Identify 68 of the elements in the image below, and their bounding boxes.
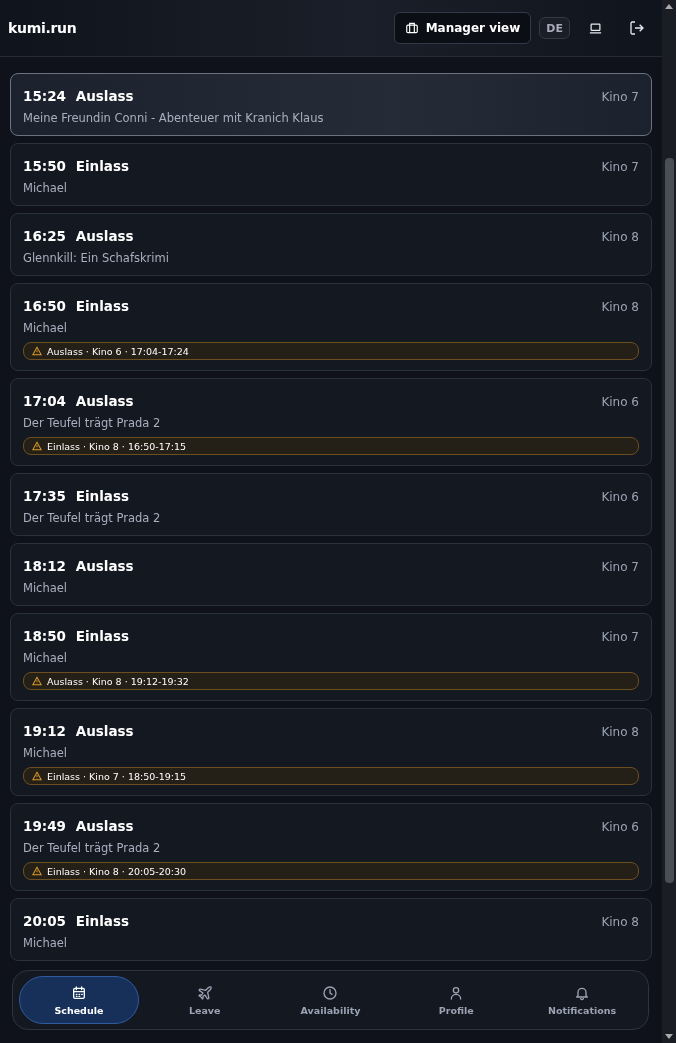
briefcase-icon (404, 21, 419, 35)
room-label: Kino 7 (601, 160, 639, 174)
shift-detail: Michael (23, 651, 69, 665)
shift-title: 17:04 Auslass (23, 393, 135, 409)
shift-card[interactable]: 15:24 Auslass Kino 7 Meine Freundin Conni - Abenteuer mit Kranich Klaus (10, 73, 652, 136)
room-label: Kino 6 (601, 395, 639, 409)
laptop-icon (587, 20, 603, 36)
shift-detail: Michael (23, 936, 69, 950)
shift-card[interactable]: 15:50 Einlass Kino 7 Michael (10, 143, 652, 206)
conflict-warning: Auslass · Kino 6 · 17:04-17:24 (23, 342, 639, 360)
nav-tab[interactable]: Profile (396, 976, 517, 1024)
shift-title: 20:05 Einlass (23, 913, 130, 929)
shift-detail: Der Teufel trägt Prada 2 (23, 841, 162, 855)
shift-detail: Michael (23, 746, 69, 760)
shift-card[interactable]: 19:12 Auslass Kino 8 Michael Einlass · Kino 7 · 18:50-19:15 (10, 708, 652, 796)
plane-icon (196, 984, 213, 1001)
nav-tab[interactable]: Availability (270, 976, 391, 1024)
shift-card[interactable]: 17:04 Auslass Kino 6 Der Teufel trägt Prada 2 Einlass · Kino 8 · 16:50-17:15 (10, 378, 652, 466)
clock-icon (322, 984, 339, 1001)
shift-detail: Michael (23, 321, 69, 335)
conflict-warning: Auslass · Kino 8 · 19:12-19:32 (23, 672, 639, 690)
warning-icon (32, 346, 42, 356)
shift-title: 16:50 Einlass (23, 298, 130, 314)
shift-title: 18:12 Auslass (23, 558, 135, 574)
room-label: Kino 8 (601, 915, 639, 929)
shift-title: 17:35 Einlass (23, 488, 130, 504)
room-label: Kino 6 (601, 820, 639, 834)
shift-title: 15:24 Auslass (23, 88, 135, 104)
shift-card[interactable]: 18:50 Einlass Kino 7 Michael Auslass · Kino 8 · 19:12-19:32 (10, 613, 652, 701)
conflict-warning: Einlass · Kino 7 · 18:50-19:15 (23, 767, 639, 785)
nav-tab[interactable]: Leave (144, 976, 265, 1024)
warning-icon (32, 441, 42, 451)
shift-card[interactable]: 16:50 Einlass Kino 8 Michael Auslass · Kino 6 · 17:04-17:24 (10, 283, 652, 371)
shift-detail: Michael (23, 581, 69, 595)
nav-tab[interactable]: Notifications (522, 976, 642, 1024)
conflict-warning: Einlass · Kino 8 · 20:05-20:30 (23, 862, 639, 880)
shift-title: 16:25 Auslass (23, 228, 135, 244)
shift-title: 15:50 Einlass (23, 158, 130, 174)
shift-detail: Der Teufel trägt Prada 2 (23, 416, 162, 430)
shift-card[interactable]: 16:25 Auslass Kino 8 Glennkill: Ein Schafskrimi (10, 213, 652, 276)
room-label: Kino 7 (601, 560, 639, 574)
calendar-icon (70, 984, 87, 1001)
shift-detail: Glennkill: Ein Schafskrimi (23, 251, 170, 265)
room-label: Kino 6 (601, 490, 639, 504)
conflict-warning: Einlass · Kino 8 · 16:50-17:15 (23, 437, 639, 455)
shift-title: 18:50 Einlass (23, 628, 130, 644)
room-label: Kino 7 (601, 90, 639, 104)
nav-tab[interactable]: Schedule (19, 976, 139, 1024)
shift-card[interactable]: 20:05 Einlass Kino 8 Michael (10, 898, 652, 961)
warning-icon (32, 866, 42, 876)
warning-icon (32, 771, 42, 781)
shift-card[interactable]: 19:49 Auslass Kino 6 Der Teufel trägt Prada 2 Einlass · Kino 8 · 20:05-20:30 (10, 803, 652, 891)
shift-title: 19:12 Auslass (23, 723, 135, 739)
logout-icon (629, 20, 645, 36)
shift-card[interactable]: 17:35 Einlass Kino 6 Der Teufel trägt Prada 2 (10, 473, 652, 536)
shift-detail: Michael (23, 181, 69, 195)
shift-detail: Der Teufel trägt Prada 2 (23, 511, 162, 525)
shift-title: 19:49 Auslass (23, 818, 135, 834)
language-button[interactable]: DE (539, 17, 570, 39)
room-label: Kino 8 (601, 300, 639, 314)
room-label: Kino 8 (601, 725, 639, 739)
warning-icon (32, 676, 42, 686)
room-label: Kino 8 (601, 230, 639, 244)
room-label: Kino 7 (601, 630, 639, 644)
shift-detail: Meine Freundin Conni - Abenteuer mit Kranich Klaus (23, 111, 325, 125)
app-logo[interactable]: kumi.run (8, 20, 386, 36)
shift-card[interactable]: 18:12 Auslass Kino 7 Michael (10, 543, 652, 606)
manager-view-button[interactable]: Manager view (393, 12, 532, 44)
